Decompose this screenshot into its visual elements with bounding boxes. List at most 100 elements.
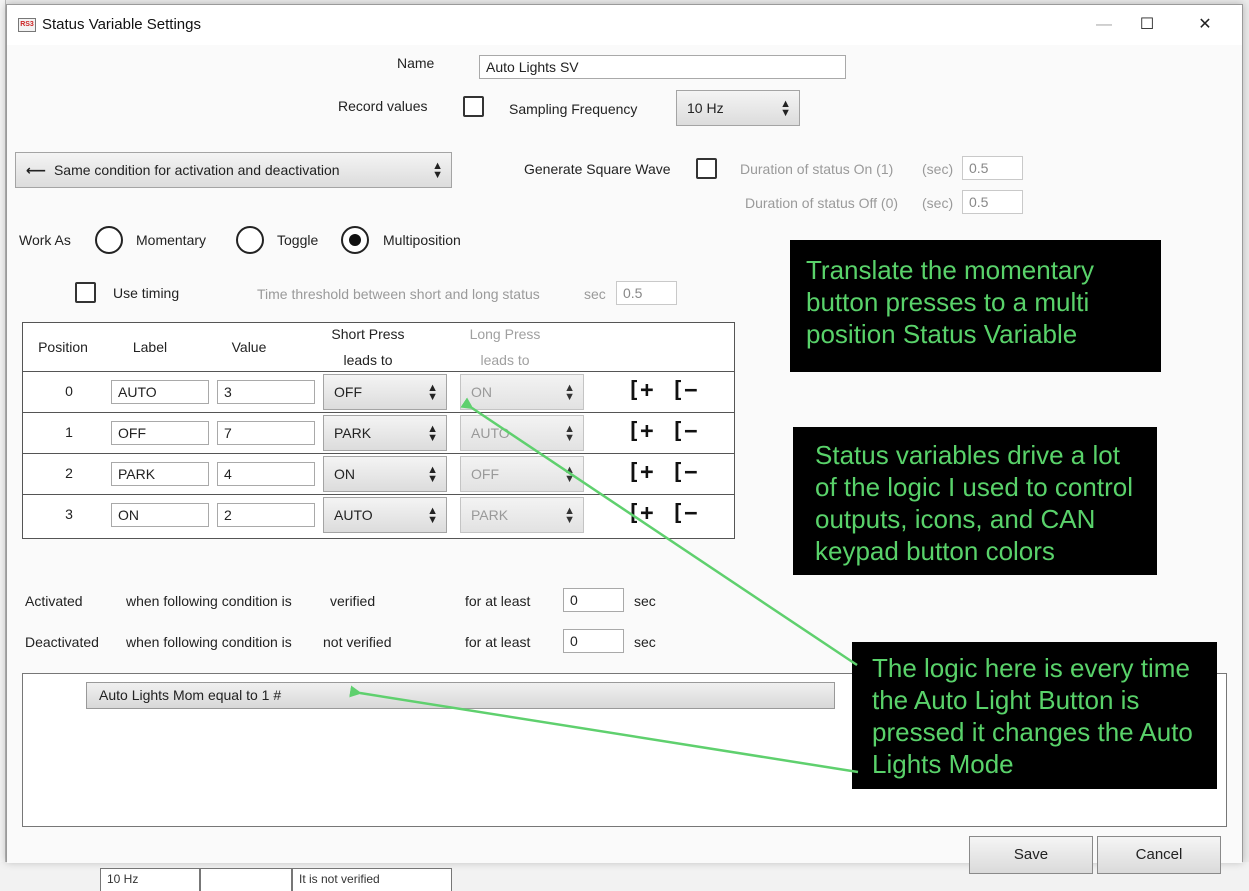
spinner-icon: ▲ ▼ [564,382,575,403]
row-label-input[interactable]: OFF [111,421,209,445]
remove-row-icon[interactable]: [− [671,460,698,485]
activated-when-text: when following condition is [126,593,292,609]
row-long-press-select[interactable]: OFF ▲ ▼ [460,456,584,492]
background-condition-cell: It is not verified [292,868,452,891]
background-checkbox-cell [200,868,292,891]
row-short-press-select[interactable]: ON ▲ ▼ [323,456,447,492]
positions-table: Position Label Value Short Press leads t… [22,322,735,539]
row-long-press-select[interactable]: ON ▲ ▼ [460,374,584,410]
square-wave-checkbox[interactable] [696,158,717,179]
spinner-icon: ▲ ▼ [427,464,438,485]
activation-mode-value: Same condition for activation and deacti… [53,162,340,178]
row-position: 0 [65,383,73,399]
row-value-input[interactable]: 2 [217,503,315,527]
header-value: Value [231,339,267,355]
row-long-press-value: PARK [471,507,509,523]
row-label-input[interactable]: AUTO [111,380,209,404]
table-row: 1 OFF 7 PARK ▲ ▼ AUTO ▲ ▼ [+ [− [23,412,734,453]
add-row-icon[interactable]: [+ [627,460,654,485]
duration-off-input[interactable]: 0.5 [962,190,1023,214]
row-long-press-value: OFF [471,466,499,482]
sampling-frequency-label: Sampling Frequency [509,101,638,117]
duration-off-label: Duration of status Off (0) [745,195,899,211]
row-short-press-value: AUTO [334,507,373,523]
threshold-unit: sec [584,286,606,302]
row-short-press-value: ON [334,466,355,482]
threshold-label: Time threshold between short and long st… [257,286,540,302]
spinner-icon: ▲ ▼ [432,160,443,181]
row-long-press-select[interactable]: AUTO ▲ ▼ [460,415,584,451]
save-button[interactable]: Save [969,836,1093,874]
name-label: Name [397,55,435,71]
app-logo-icon: RS3 [18,18,36,32]
sampling-frequency-value: 10 Hz [687,100,724,116]
annotation-note-3: The logic here is every time the Auto Li… [852,642,1217,789]
spinner-icon: ▲ ▼ [427,382,438,403]
add-row-icon[interactable]: [+ [627,501,654,526]
remove-row-icon[interactable]: [− [671,501,698,526]
row-long-press-value: ON [471,384,492,400]
spinner-icon: ▲ ▼ [427,505,438,526]
row-label-input[interactable]: PARK [111,462,209,486]
annotation-note-1: Translate the momentary button presses t… [790,240,1161,372]
activated-state: verified [330,593,376,609]
row-position: 1 [65,424,73,440]
window-title: Status Variable Settings [42,16,201,33]
multiposition-label: Multiposition [383,232,461,248]
row-short-press-select[interactable]: OFF ▲ ▼ [323,374,447,410]
deactivated-delay-input[interactable]: 0 [563,629,624,653]
momentary-label: Momentary [136,232,207,248]
toggle-radio[interactable] [236,226,264,254]
add-row-icon[interactable]: [+ [627,378,654,403]
activated-delay-input[interactable]: 0 [563,588,624,612]
background-frequency-cell: 10 Hz [100,868,200,891]
minimize-button[interactable]: — [1081,5,1127,45]
name-input[interactable]: Auto Lights SV [479,55,846,79]
table-row: 3 ON 2 AUTO ▲ ▼ PARK ▲ ▼ [+ [− [23,494,734,538]
duration-off-unit: (sec) [922,195,954,211]
use-timing-label: Use timing [113,285,180,301]
row-long-press-select[interactable]: PARK ▲ ▼ [460,497,584,533]
duration-on-input[interactable]: 0.5 [962,156,1023,180]
activated-sec-unit: sec [634,593,656,609]
row-short-press-select[interactable]: PARK ▲ ▼ [323,415,447,451]
remove-row-icon[interactable]: [− [671,419,698,444]
activated-label: Activated [25,593,83,609]
record-values-label: Record values [338,98,428,114]
duration-on-label: Duration of status On (1) [740,161,894,177]
header-short-press-sub: leads to [343,352,393,368]
threshold-input[interactable]: 0.5 [616,281,677,305]
header-long-press: Long Press [469,326,541,342]
header-long-press-sub: leads to [480,352,530,368]
row-position: 3 [65,506,73,522]
deactivated-for-at-least: for at least [465,634,531,650]
row-value-input[interactable]: 7 [217,421,315,445]
add-row-icon[interactable]: [+ [627,419,654,444]
use-timing-checkbox[interactable] [75,282,96,303]
deactivated-sec-unit: sec [634,634,656,650]
spinner-icon: ▲ ▼ [564,464,575,485]
momentary-radio[interactable] [95,226,123,254]
header-position: Position [38,339,88,355]
record-values-checkbox[interactable] [463,96,484,117]
activated-for-at-least: for at least [465,593,531,609]
cancel-button[interactable]: Cancel [1097,836,1221,874]
sampling-frequency-select[interactable]: 10 Hz ▲ ▼ [676,90,800,126]
header-label: Label [132,339,168,355]
row-value-input[interactable]: 4 [217,462,315,486]
activation-mode-select[interactable]: ⟵ Same condition for activation and deac… [15,152,452,188]
close-button[interactable]: ✕ [1182,5,1228,45]
maximize-button[interactable]: ☐ [1124,5,1170,45]
condition-expression[interactable]: Auto Lights Mom equal to 1 # [86,682,835,709]
row-value-input[interactable]: 3 [217,380,315,404]
title-bar[interactable]: RS3 Status Variable Settings — ☐ ✕ [7,5,1242,45]
row-label-input[interactable]: ON [111,503,209,527]
header-short-press: Short Press [331,326,405,342]
remove-row-icon[interactable]: [− [671,378,698,403]
spinner-icon: ▲ ▼ [564,505,575,526]
spinner-icon: ▲ ▼ [780,98,791,119]
spinner-icon: ▲ ▼ [564,423,575,444]
row-short-press-select[interactable]: AUTO ▲ ▼ [323,497,447,533]
multiposition-radio[interactable] [341,226,369,254]
duration-on-unit: (sec) [922,161,954,177]
